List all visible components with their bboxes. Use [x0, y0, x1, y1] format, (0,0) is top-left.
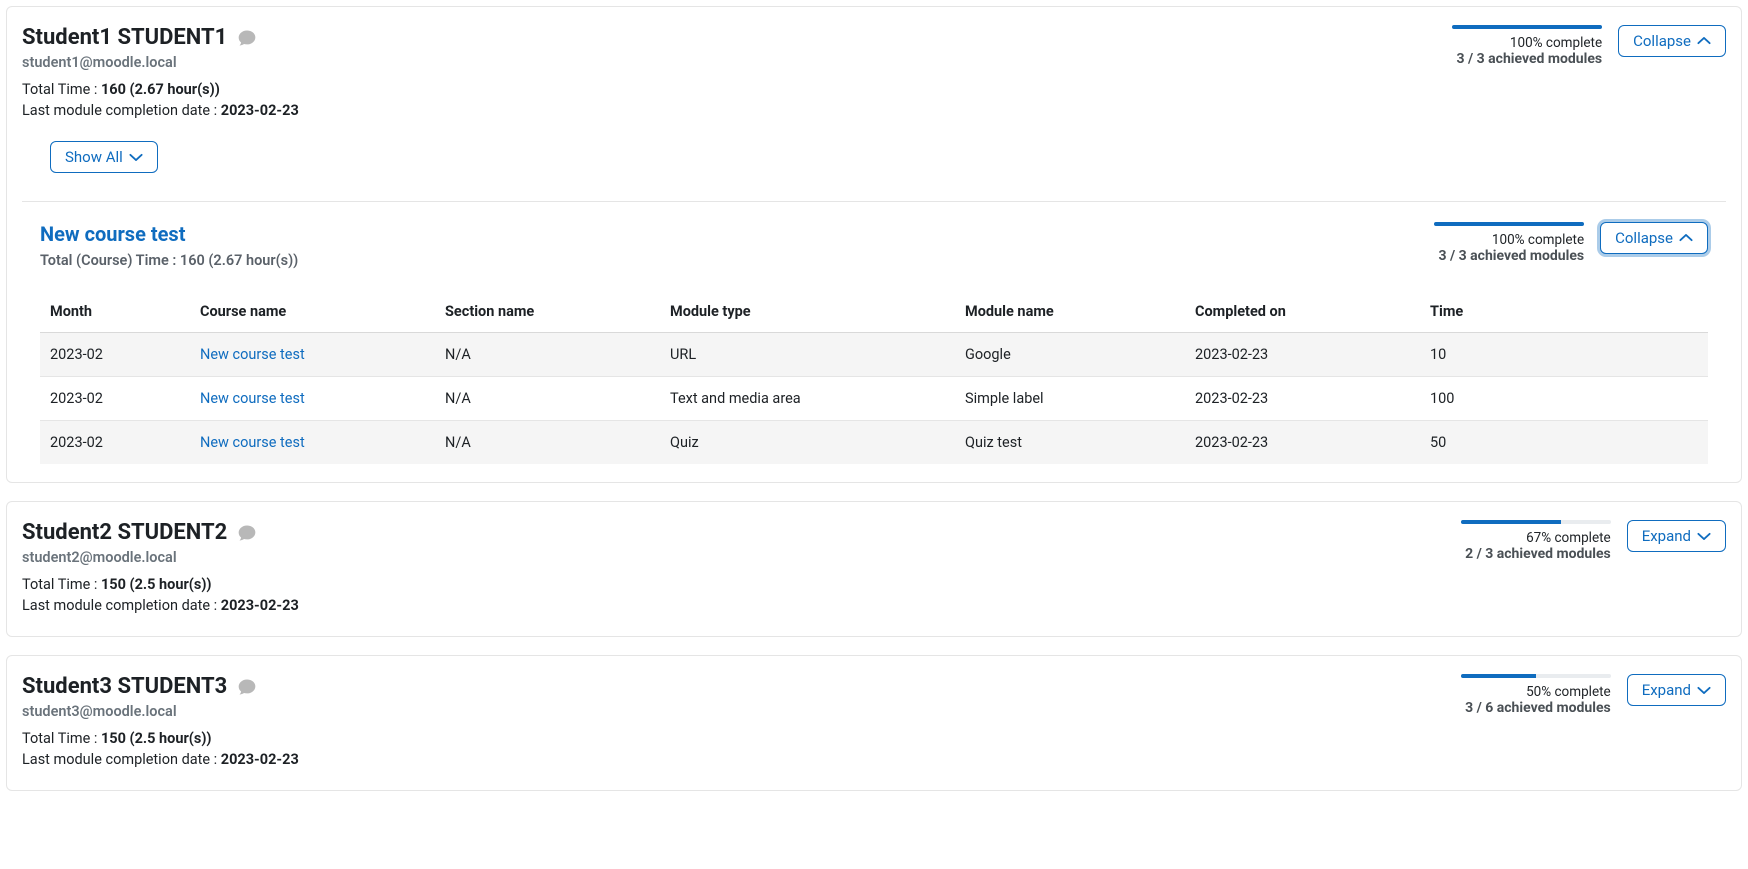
- table-row: 2023-02 New course test N/A URL Google 2…: [40, 333, 1708, 377]
- cell-completed: 2023-02-23: [1185, 377, 1420, 421]
- cell-section: N/A: [435, 333, 660, 377]
- total-time: Total Time : 150 (2.5 hour(s)): [22, 576, 1441, 593]
- cell-time: 10: [1420, 333, 1708, 377]
- cell-type: Text and media area: [660, 377, 955, 421]
- cell-course: New course test: [190, 377, 435, 421]
- th-name: Module name: [955, 291, 1185, 333]
- student-email: student3@moodle.local: [22, 703, 1441, 720]
- progress-bar: [1434, 222, 1584, 226]
- progress-achieved: 2 / 3 achieved modules: [1441, 546, 1611, 562]
- expand-button[interactable]: Expand: [1627, 674, 1726, 706]
- progress-block: 100% complete 3 / 3 achieved modules: [1432, 25, 1602, 67]
- th-time: Time: [1420, 291, 1708, 333]
- course-block: New course test Total (Course) Time : 16…: [22, 222, 1726, 464]
- cell-section: N/A: [435, 421, 660, 465]
- collapse-label: Collapse: [1615, 229, 1673, 247]
- last-completion: Last module completion date : 2023-02-23: [22, 102, 1432, 119]
- th-course: Course name: [190, 291, 435, 333]
- progress-block: 50% complete 3 / 6 achieved modules: [1441, 674, 1611, 716]
- student-card: Student3 STUDENT3 student3@moodle.local …: [6, 655, 1742, 791]
- expand-label: Expand: [1642, 527, 1691, 545]
- modules-table: Month Course name Section name Module ty…: [40, 291, 1708, 464]
- chat-icon[interactable]: [237, 677, 257, 697]
- chat-icon[interactable]: [237, 28, 257, 48]
- progress-percent: 67% complete: [1441, 530, 1611, 546]
- show-all-label: Show All: [65, 148, 123, 166]
- cell-module-name: Quiz test: [955, 421, 1185, 465]
- chevron-up-icon: [1679, 231, 1693, 245]
- cell-type: URL: [660, 333, 955, 377]
- cell-month: 2023-02: [40, 377, 190, 421]
- collapse-button[interactable]: Collapse: [1600, 222, 1708, 254]
- progress-bar: [1452, 25, 1602, 29]
- chevron-down-icon: [129, 150, 143, 164]
- course-link[interactable]: New course test: [200, 390, 305, 407]
- table-row: 2023-02 New course test N/A Quiz Quiz te…: [40, 421, 1708, 465]
- chevron-down-icon: [1697, 529, 1711, 543]
- table-row: 2023-02 New course test N/A Text and med…: [40, 377, 1708, 421]
- th-month: Month: [40, 291, 190, 333]
- collapse-button[interactable]: Collapse: [1618, 25, 1726, 57]
- cell-time: 50: [1420, 421, 1708, 465]
- cell-course: New course test: [190, 333, 435, 377]
- cell-completed: 2023-02-23: [1185, 333, 1420, 377]
- cell-type: Quiz: [660, 421, 955, 465]
- total-time: Total Time : 150 (2.5 hour(s)): [22, 730, 1441, 747]
- th-type: Module type: [660, 291, 955, 333]
- student-card: Student2 STUDENT2 student2@moodle.local …: [6, 501, 1742, 637]
- progress-percent: 100% complete: [1414, 232, 1584, 248]
- progress-block: 100% complete 3 / 3 achieved modules: [1414, 222, 1584, 264]
- divider: [22, 201, 1726, 202]
- course-title[interactable]: New course test: [40, 222, 298, 246]
- expand-button[interactable]: Expand: [1627, 520, 1726, 552]
- progress-bar: [1461, 520, 1611, 524]
- student-card: Student1 STUDENT1 student1@moodle.local …: [6, 6, 1742, 483]
- expand-label: Expand: [1642, 681, 1691, 699]
- collapse-label: Collapse: [1633, 32, 1691, 50]
- progress-block: 67% complete 2 / 3 achieved modules: [1441, 520, 1611, 562]
- course-link[interactable]: New course test: [200, 346, 305, 363]
- total-time: Total Time : 160 (2.67 hour(s)): [22, 81, 1432, 98]
- cell-module-name: Simple label: [955, 377, 1185, 421]
- student-email: student1@moodle.local: [22, 54, 1432, 71]
- cell-course: New course test: [190, 421, 435, 465]
- cell-month: 2023-02: [40, 333, 190, 377]
- progress-percent: 100% complete: [1432, 35, 1602, 51]
- last-completion: Last module completion date : 2023-02-23: [22, 751, 1441, 768]
- student-name: Student2 STUDENT2: [22, 520, 1441, 545]
- cell-time: 100: [1420, 377, 1708, 421]
- student-name: Student1 STUDENT1: [22, 25, 1432, 50]
- progress-achieved: 3 / 6 achieved modules: [1441, 700, 1611, 716]
- chevron-down-icon: [1697, 683, 1711, 697]
- th-completed: Completed on: [1185, 291, 1420, 333]
- course-link[interactable]: New course test: [200, 434, 305, 451]
- th-section: Section name: [435, 291, 660, 333]
- progress-achieved: 3 / 3 achieved modules: [1414, 248, 1584, 264]
- show-all-button[interactable]: Show All: [50, 141, 158, 173]
- progress-achieved: 3 / 3 achieved modules: [1432, 51, 1602, 67]
- student-email: student2@moodle.local: [22, 549, 1441, 566]
- progress-percent: 50% complete: [1441, 684, 1611, 700]
- chevron-up-icon: [1697, 34, 1711, 48]
- cell-completed: 2023-02-23: [1185, 421, 1420, 465]
- student-name: Student3 STUDENT3: [22, 674, 1441, 699]
- progress-bar: [1461, 674, 1611, 678]
- chat-icon[interactable]: [237, 523, 257, 543]
- course-total-time: Total (Course) Time : 160 (2.67 hour(s)): [40, 252, 298, 269]
- last-completion: Last module completion date : 2023-02-23: [22, 597, 1441, 614]
- cell-module-name: Google: [955, 333, 1185, 377]
- cell-month: 2023-02: [40, 421, 190, 465]
- cell-section: N/A: [435, 377, 660, 421]
